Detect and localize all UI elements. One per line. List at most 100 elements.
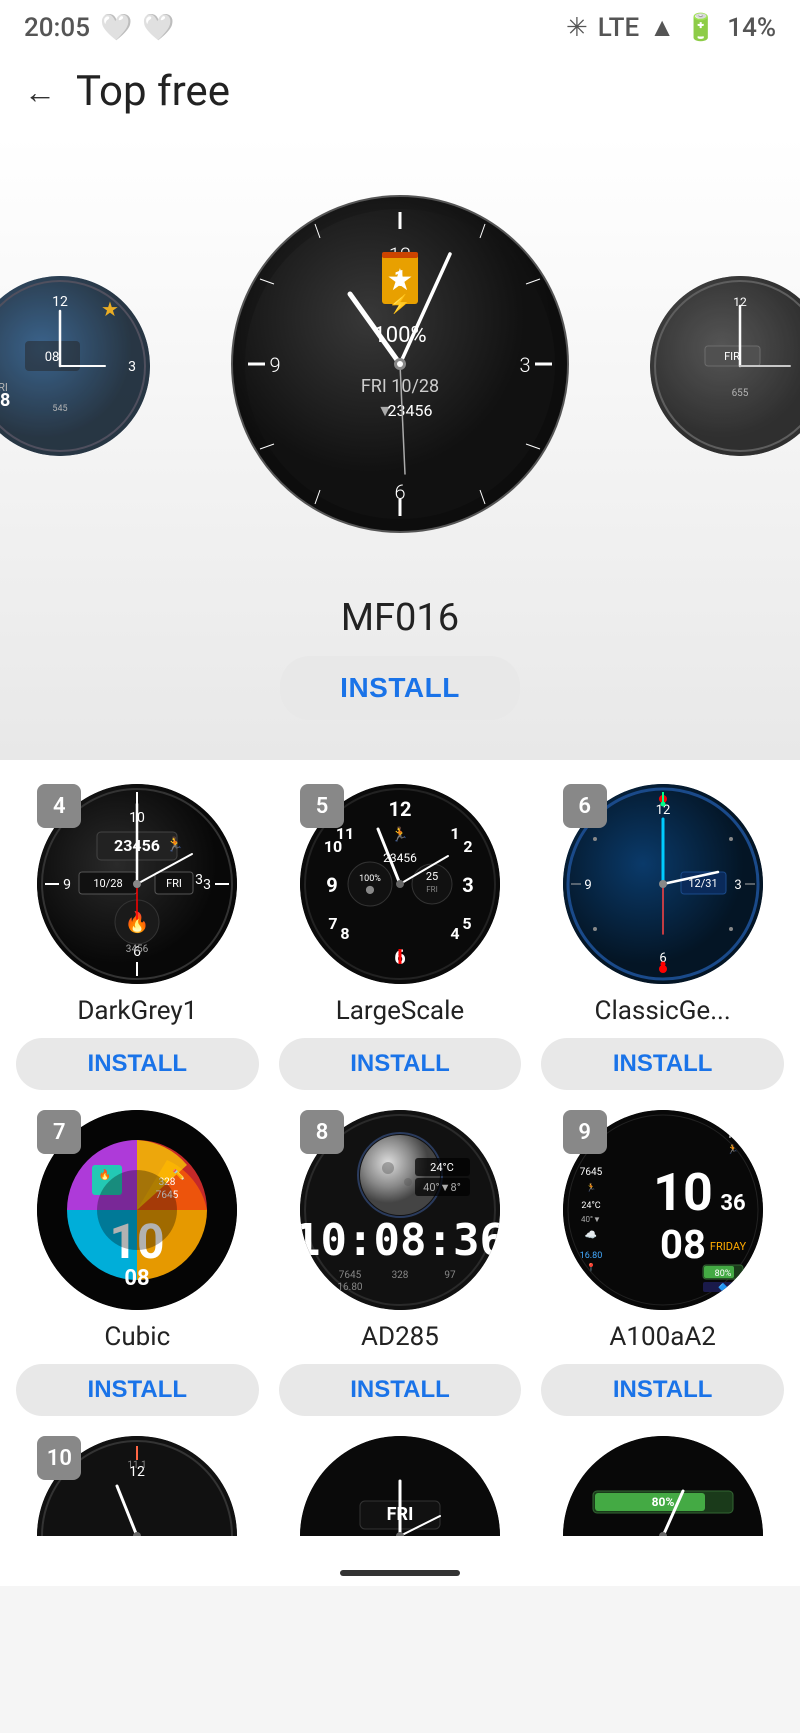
svg-text:25: 25 [426, 870, 438, 883]
svg-text:FRI: FRI [426, 885, 438, 894]
svg-text:08: 08 [660, 1221, 706, 1268]
bottom-nav [0, 1560, 800, 1586]
watch-label-6: ClassicGe... [595, 996, 731, 1026]
svg-text:7: 7 [328, 914, 337, 933]
watch-grid-row1: 4 [16, 784, 784, 1090]
svg-text:08: 08 [0, 390, 10, 411]
svg-text:08: 08 [45, 350, 60, 365]
svg-text:3: 3 [128, 359, 136, 375]
svg-text:18: 18 [726, 1127, 740, 1141]
svg-text:97: 97 [444, 1270, 456, 1281]
svg-text:40°▼8°: 40°▼8° [423, 1181, 461, 1194]
svg-text:40°▼: 40°▼ [581, 1215, 601, 1224]
health-icon: 🤍 [142, 13, 174, 43]
side-watch-left[interactable]: 12 3 9 08 FRI 08 ★ 545 [0, 276, 150, 456]
battery-percent: 14% [727, 13, 776, 43]
svg-text:2: 2 [463, 837, 472, 856]
svg-text:24°C: 24°C [430, 1161, 454, 1174]
install-button-4[interactable]: INSTALL [16, 1038, 259, 1090]
svg-text:1: 1 [450, 824, 459, 843]
svg-text:6: 6 [394, 480, 405, 504]
svg-text:7645: 7645 [579, 1167, 602, 1178]
install-button-5[interactable]: INSTALL [279, 1038, 522, 1090]
svg-text:12: 12 [389, 797, 412, 821]
rank-badge-7: 7 [37, 1110, 81, 1154]
watch-label-5: LargeScale [336, 996, 464, 1026]
svg-text:10:08:36: 10:08:36 [300, 1215, 500, 1266]
watch-thumb-container-7: 7 � [37, 1110, 237, 1310]
watch-thumb-container-6: 6 12 3 [563, 784, 763, 984]
svg-text:24°C: 24°C [581, 1201, 600, 1211]
svg-text:3: 3 [195, 872, 203, 888]
svg-text:545: 545 [52, 404, 67, 414]
svg-text:655: 655 [732, 388, 749, 399]
hero-watch[interactable]: 12 3 9 6 ★ 1 ⚡ 100% FRI 10/28 ▼ 23456 [230, 194, 570, 538]
back-button[interactable]: ← [24, 76, 56, 108]
bluetooth-icon: ✳ [566, 13, 588, 43]
watch-item-9: 9 97 ❤️ 18 🏃 7645 🏃 [541, 1110, 784, 1416]
svg-text:80%: 80% [651, 1495, 674, 1509]
partial-row: 10 12 11 1 [16, 1436, 784, 1536]
page-header: ← Top free [0, 51, 800, 136]
svg-text:FIR: FIR [724, 350, 740, 363]
svg-text:9: 9 [63, 877, 71, 893]
hero-install-button[interactable]: INSTALL [280, 656, 520, 720]
svg-text:16.80: 16.80 [337, 1282, 362, 1293]
svg-text:🔷: 🔷 [718, 1282, 728, 1292]
svg-text:⚡: ⚡ [389, 293, 411, 315]
partial-item-12: 80% [541, 1436, 784, 1536]
svg-text:23456: 23456 [388, 401, 433, 420]
svg-text:36: 36 [720, 1191, 745, 1216]
svg-text:4: 4 [450, 924, 459, 943]
svg-text:📍: 📍 [586, 1262, 596, 1272]
svg-text:★: ★ [101, 297, 119, 321]
svg-text:FRI: FRI [166, 877, 182, 890]
hero-section: 12 3 9 08 FRI 08 ★ 545 [0, 136, 800, 760]
install-button-7[interactable]: INSTALL [16, 1364, 259, 1416]
svg-text:9: 9 [326, 873, 337, 897]
side-watch-right[interactable]: 12 3 FIR 655 [650, 276, 800, 456]
watch-item-7: 7 � [16, 1110, 259, 1416]
watch-item-8: 8 [279, 1110, 522, 1416]
rank-badge-6: 6 [563, 784, 607, 828]
nav-pill [340, 1570, 460, 1576]
rank-badge-8: 8 [300, 1110, 344, 1154]
svg-text:☁️: ☁️ [584, 1230, 596, 1241]
watch-label-7: Cubic [104, 1322, 170, 1352]
watch-label-4: DarkGrey1 [77, 996, 197, 1026]
svg-text:9: 9 [269, 353, 280, 377]
rank-badge-9: 9 [563, 1110, 607, 1154]
svg-text:11 1: 11 1 [128, 1460, 147, 1471]
svg-text:10: 10 [324, 837, 342, 856]
svg-text:🏃: 🏃 [167, 836, 184, 853]
hero-carousel: 12 3 9 08 FRI 08 ★ 545 [0, 156, 800, 576]
svg-text:10: 10 [653, 1162, 713, 1223]
lte-label: LTE [598, 13, 639, 43]
svg-text:1: 1 [394, 267, 407, 292]
svg-text:3456: 3456 [126, 944, 149, 955]
time: 20:05 [24, 13, 90, 43]
svg-text:16.80: 16.80 [579, 1251, 602, 1261]
svg-text:7645: 7645 [339, 1270, 362, 1281]
svg-text:🔥: 🔥 [99, 1168, 111, 1181]
watch-label-8: AD285 [361, 1322, 439, 1352]
install-button-8[interactable]: INSTALL [279, 1364, 522, 1416]
watch-item-6: 6 12 3 [541, 784, 784, 1090]
status-bar: 20:05 🤍 🤍 ✳ LTE ▲ 🔋 14% [0, 0, 800, 51]
signal-icon: ▲ [649, 12, 675, 43]
svg-text:5: 5 [462, 914, 471, 933]
status-left: 20:05 🤍 🤍 [24, 13, 175, 43]
watch-thumb-container-5: 5 12 3 9 6 1 2 11 10 4 [300, 784, 500, 984]
install-button-9[interactable]: INSTALL [541, 1364, 784, 1416]
svg-text:3: 3 [734, 878, 741, 893]
watch-grid-row2: 7 � [16, 1110, 784, 1416]
watch-thumb-container-9: 9 97 ❤️ 18 🏃 7645 🏃 [563, 1110, 763, 1310]
rank-badge-10: 10 [37, 1436, 81, 1480]
install-button-6[interactable]: INSTALL [541, 1038, 784, 1090]
partial-item-11: FRI [279, 1436, 522, 1536]
rank-badge-5: 5 [300, 784, 344, 828]
svg-text:10/28: 10/28 [94, 877, 123, 890]
watch-thumb-container-4: 4 [37, 784, 237, 984]
svg-text:12: 12 [52, 294, 68, 310]
svg-text:12/31: 12/31 [688, 877, 717, 890]
